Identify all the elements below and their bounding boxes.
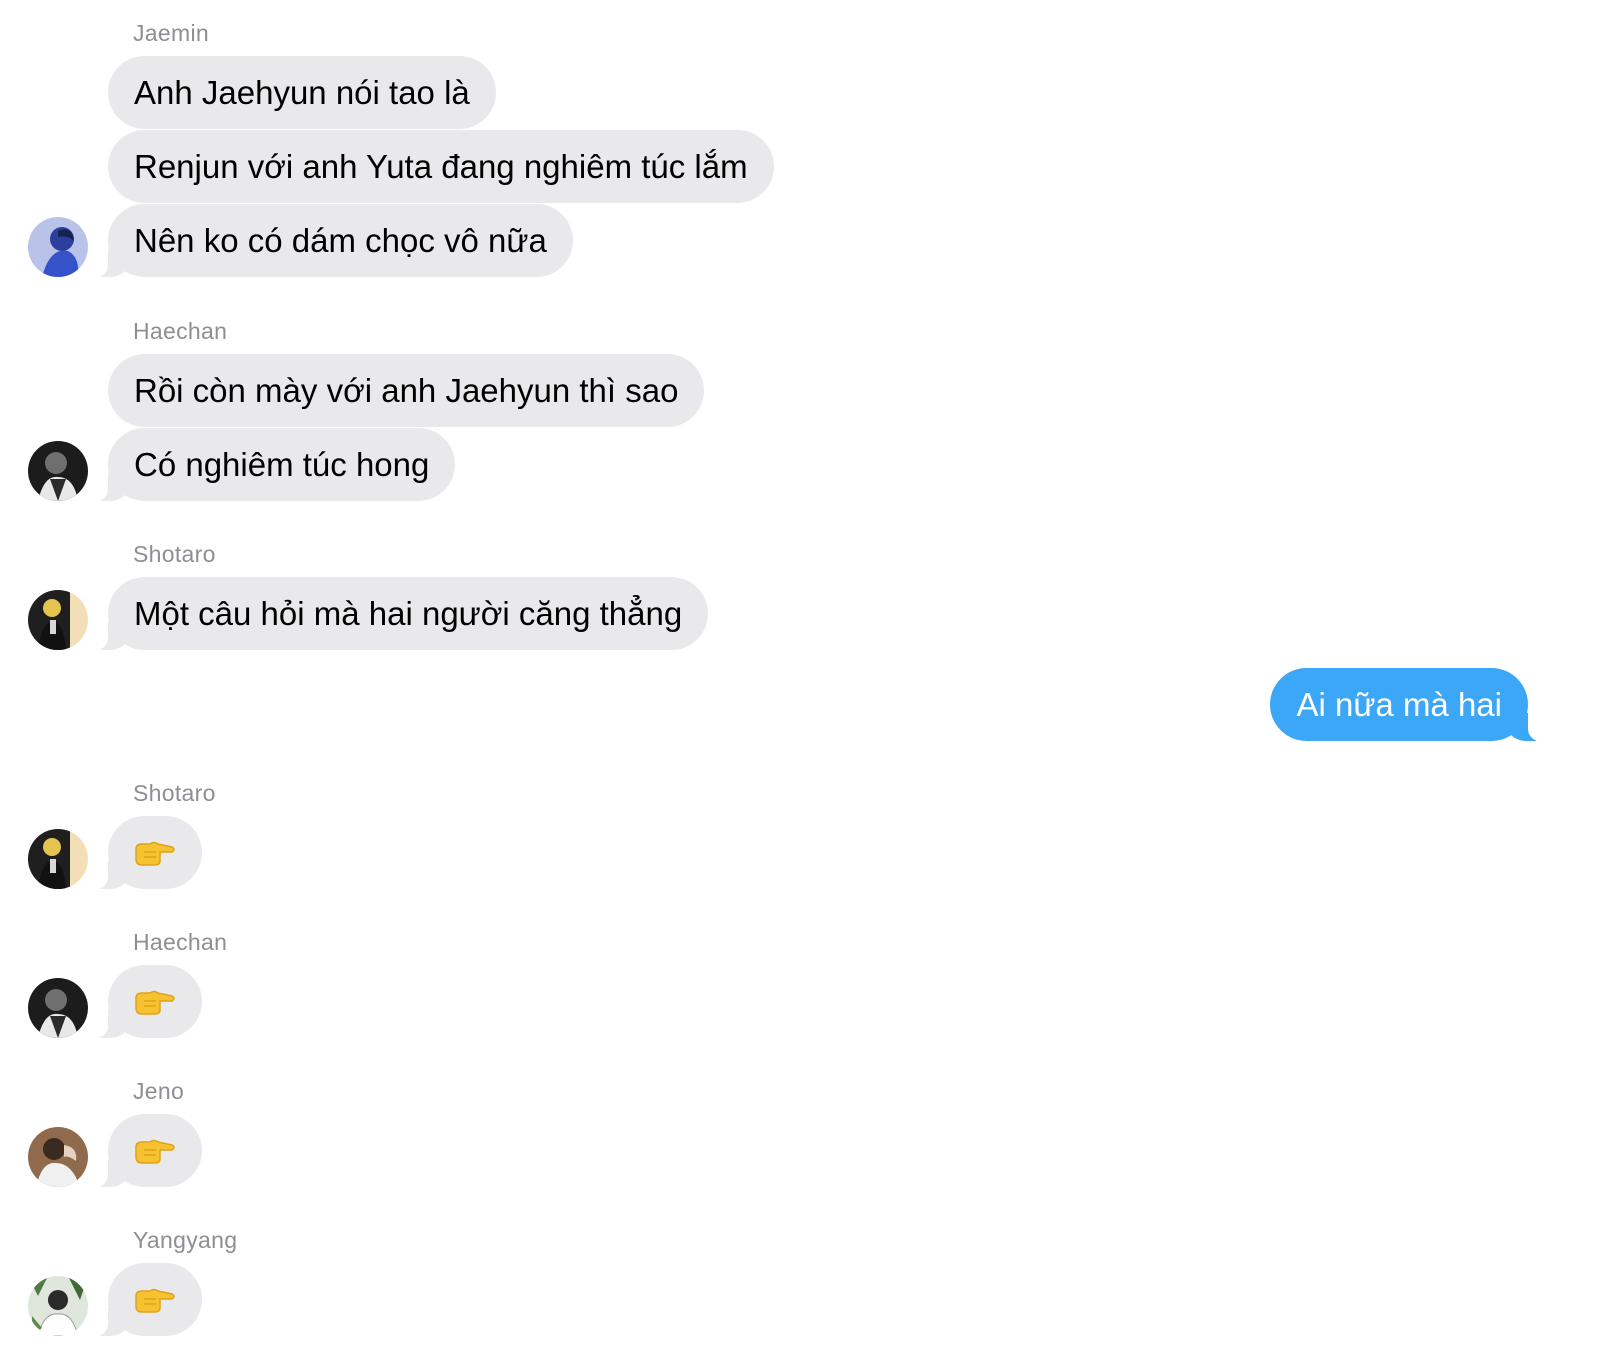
emoji-message-bubble[interactable] — [88, 1114, 202, 1187]
pointing-right-hand-icon — [134, 989, 176, 1016]
pointing-right-hand-icon — [134, 1287, 176, 1314]
sender-name-jeno: Jeno — [133, 1078, 185, 1104]
jaemin-avatar[interactable] — [28, 217, 88, 277]
sender-name-yangyang: Yangyang — [133, 1227, 238, 1253]
jeno-avatar[interactable] — [28, 1127, 88, 1187]
sender-name-shotaro: Shotaro — [133, 541, 216, 567]
outgoing-message-bubble[interactable]: Ai nữa mà hai — [1270, 668, 1548, 741]
sender-name-haechan: Haechan — [133, 929, 228, 955]
message-bubble[interactable]: Anh Jaehyun nói tao là — [108, 56, 496, 129]
emoji-message-bubble[interactable] — [88, 816, 202, 889]
sender-name-shotaro: Shotaro — [133, 780, 216, 806]
message-bubble[interactable]: Có nghiêm túc hong — [87, 428, 456, 501]
message-bubble[interactable]: Renjun với anh Yuta đang nghiêm túc lắm — [108, 130, 774, 203]
pointing-right-hand-icon — [134, 1138, 176, 1165]
sender-name-haechan: Haechan — [133, 318, 228, 344]
shotaro-avatar[interactable] — [28, 829, 88, 889]
sender-name-jaemin: Jaemin — [133, 20, 209, 46]
message-bubble[interactable]: Nên ko có dám chọc vô nữa — [88, 204, 573, 277]
haechan-avatar[interactable] — [28, 441, 88, 501]
yangyang-avatar[interactable] — [28, 1276, 88, 1336]
message-bubble[interactable]: Rồi còn mày với anh Jaehyun thì sao — [108, 354, 705, 427]
emoji-message-bubble[interactable] — [88, 1263, 202, 1336]
pointing-right-hand-icon — [134, 840, 176, 867]
message-bubble[interactable]: Một câu hỏi mà hai người căng thẳng — [87, 577, 709, 650]
emoji-message-bubble[interactable] — [88, 965, 202, 1038]
shotaro-avatar[interactable] — [28, 590, 88, 650]
haechan-avatar[interactable] — [28, 978, 88, 1038]
